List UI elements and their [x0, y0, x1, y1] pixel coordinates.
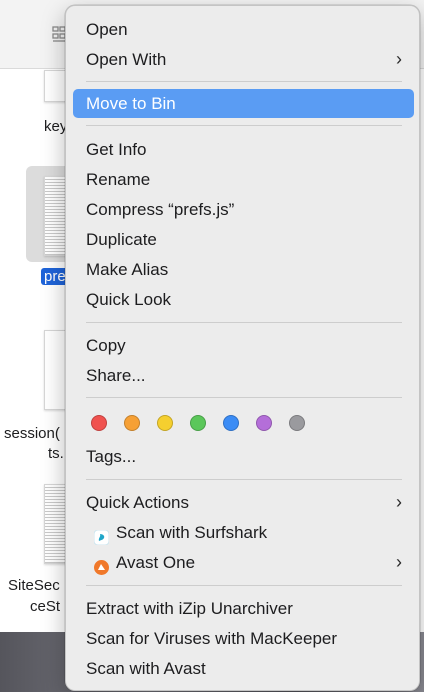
menu-item-label: Share... — [86, 366, 146, 385]
tag-purple-dot[interactable] — [256, 415, 272, 431]
menu-item-scan-avast[interactable]: Scan with Avast — [73, 654, 414, 683]
menu-item-tags[interactable]: Tags... — [73, 442, 414, 471]
tag-orange-dot[interactable] — [124, 415, 140, 431]
menu-item-label: Open — [86, 20, 128, 39]
menu-item-avast-one[interactable]: Avast One › — [73, 548, 414, 577]
menu-item-label: Scan with Surfshark — [116, 523, 268, 542]
menu-item-open[interactable]: Open — [73, 15, 414, 44]
menu-separator — [86, 81, 402, 82]
chevron-right-icon: › — [396, 552, 402, 572]
menu-item-label: Avast One — [116, 553, 196, 572]
tag-blue-dot[interactable] — [223, 415, 239, 431]
tag-red-dot[interactable] — [91, 415, 107, 431]
menu-item-make-alias[interactable]: Make Alias — [73, 255, 414, 284]
menu-separator — [86, 322, 402, 323]
menu-item-scan-mackeeper[interactable]: Scan for Viruses with MacKeeper — [73, 624, 414, 653]
tag-green-dot[interactable] — [190, 415, 206, 431]
menu-item-label: Get Info — [86, 140, 147, 159]
menu-item-label: Duplicate — [86, 230, 157, 249]
menu-item-compress[interactable]: Compress “prefs.js” — [73, 195, 414, 224]
chevron-right-icon: › — [396, 492, 402, 512]
menu-separator — [86, 125, 402, 126]
menu-item-label: Rename — [86, 170, 151, 189]
menu-separator — [86, 397, 402, 398]
menu-item-label: Make Alias — [86, 260, 169, 279]
file-label[interactable]: ceSt — [30, 598, 60, 615]
menu-item-label: Open With — [86, 50, 167, 69]
file-label[interactable]: session( — [4, 425, 60, 442]
view-options-icon[interactable] — [52, 26, 66, 44]
menu-item-label: Scan for Viruses with MacKeeper — [86, 629, 338, 648]
menu-separator — [86, 585, 402, 586]
menu-item-duplicate[interactable]: Duplicate — [73, 225, 414, 254]
menu-item-quick-look[interactable]: Quick Look — [73, 285, 414, 314]
menu-item-copy[interactable]: Copy — [73, 331, 414, 360]
menu-item-label: Scan with Avast — [86, 659, 206, 678]
menu-item-label: Tags... — [86, 447, 137, 466]
menu-item-label: Copy — [86, 336, 126, 355]
file-label[interactable]: SiteSec — [8, 577, 60, 594]
chevron-right-icon: › — [396, 49, 402, 69]
menu-item-share[interactable]: Share... — [73, 361, 414, 390]
surfshark-icon — [93, 525, 110, 546]
menu-item-quick-actions[interactable]: Quick Actions › — [73, 488, 414, 517]
menu-item-rename[interactable]: Rename — [73, 165, 414, 194]
menu-item-label: Compress “prefs.js” — [86, 200, 235, 219]
file-label[interactable]: ts. — [48, 445, 64, 462]
menu-item-label: Quick Look — [86, 290, 172, 309]
menu-item-label: Extract with iZip Unarchiver — [86, 599, 293, 618]
menu-item-label: Move to Bin — [86, 94, 176, 113]
menu-separator — [86, 479, 402, 480]
menu-item-scan-surfshark[interactable]: Scan with Surfshark — [73, 518, 414, 547]
tag-yellow-dot[interactable] — [157, 415, 173, 431]
menu-item-extract-izip[interactable]: Extract with iZip Unarchiver — [73, 594, 414, 623]
menu-item-label: Quick Actions — [86, 493, 189, 512]
file-label[interactable]: key — [44, 118, 67, 135]
avast-icon — [94, 555, 109, 575]
menu-item-get-info[interactable]: Get Info — [73, 135, 414, 164]
menu-item-move-to-bin[interactable]: Move to Bin — [73, 89, 414, 118]
context-menu: Open Open With › Move to Bin Get Info Re… — [65, 5, 420, 691]
tag-gray-dot[interactable] — [289, 415, 305, 431]
menu-item-open-with[interactable]: Open With › — [73, 45, 414, 74]
